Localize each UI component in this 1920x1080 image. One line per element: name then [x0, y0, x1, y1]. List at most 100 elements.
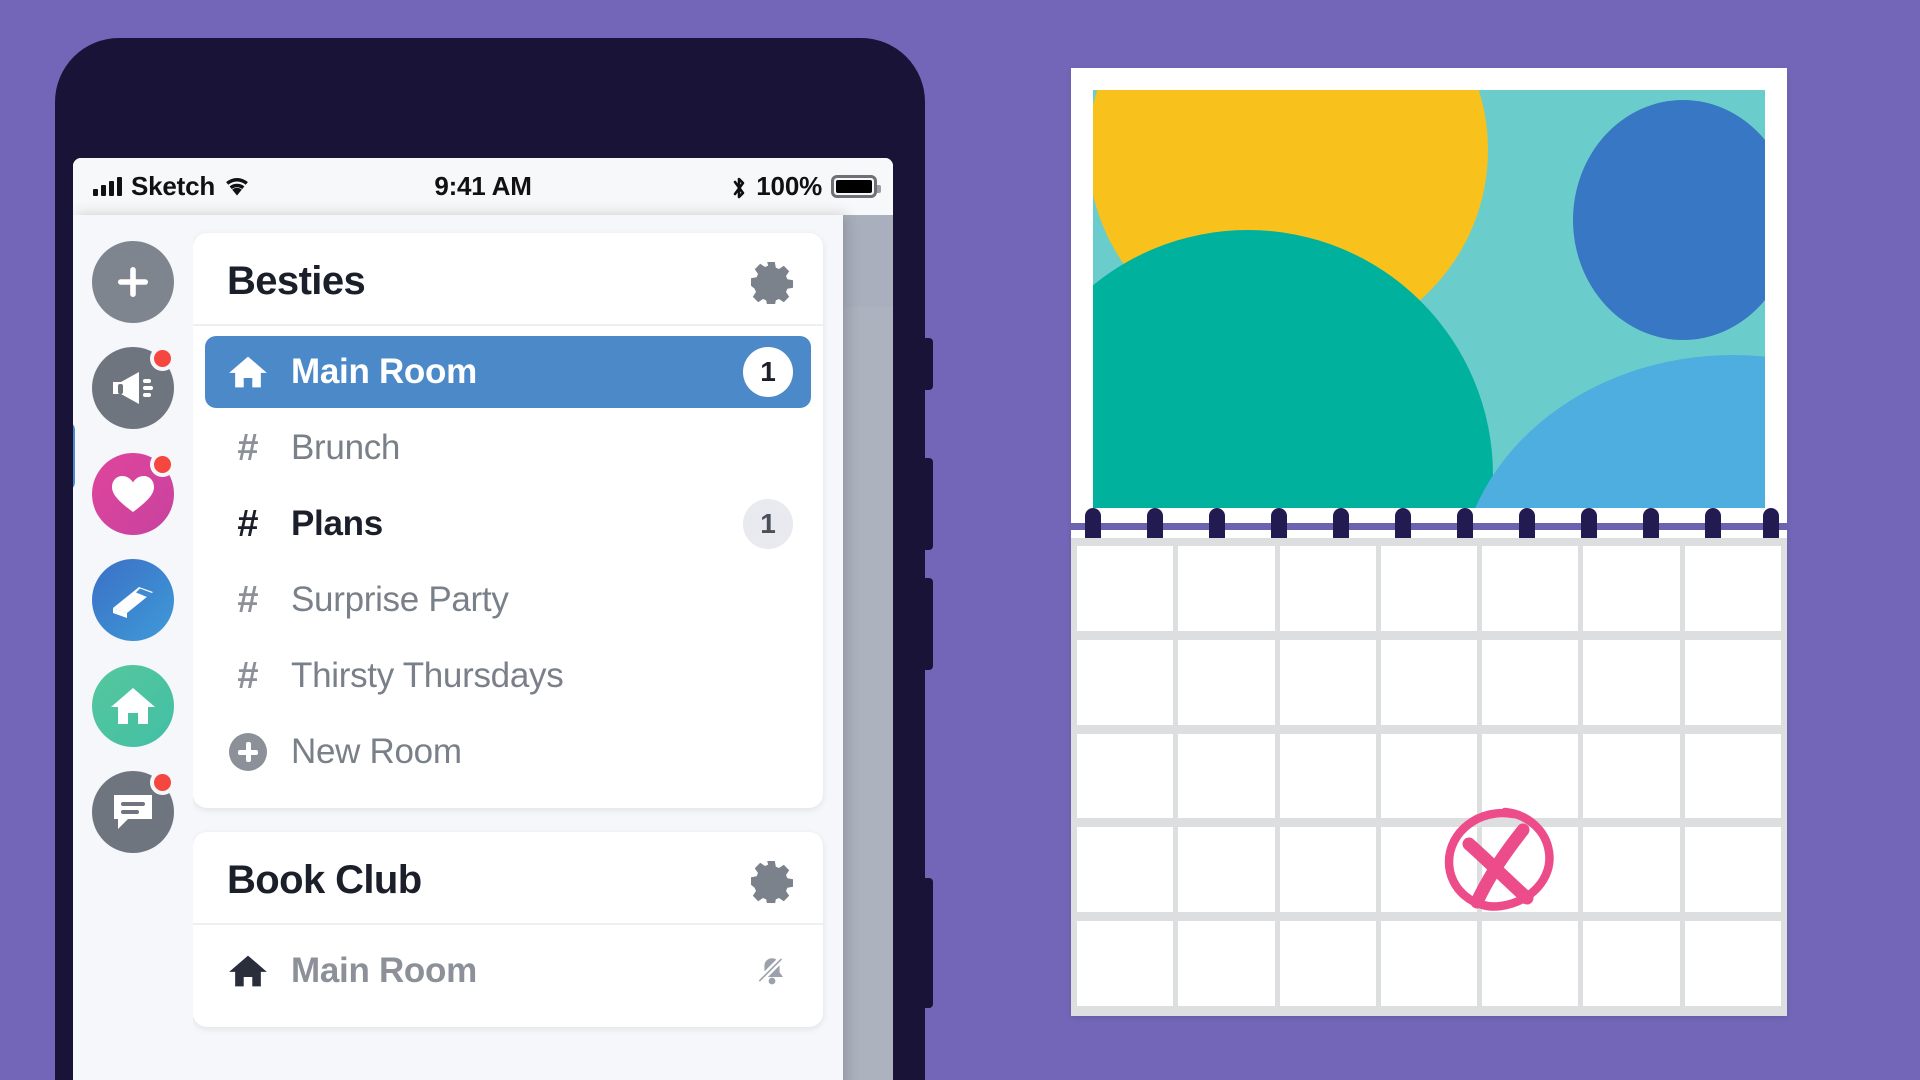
calendar-cell[interactable]	[1077, 921, 1174, 1006]
group-header: Besties	[193, 233, 823, 326]
unread-dot	[150, 770, 175, 795]
calendar-cell[interactable]	[1684, 639, 1781, 725]
sidebar-item-messages[interactable]	[92, 770, 175, 853]
room-label: Plans	[291, 504, 383, 543]
calendar-cell[interactable]	[1279, 733, 1376, 819]
calendar-cell[interactable]	[1482, 733, 1579, 819]
server-rail	[73, 215, 193, 1080]
room-item-thirsty-thursdays[interactable]: # Thirsty Thursdays	[205, 640, 811, 712]
calendar-cell[interactable]	[1380, 733, 1478, 819]
calendar-grid	[1071, 538, 1787, 1016]
calendar-cell[interactable]	[1482, 827, 1579, 913]
room-label: Main Room	[291, 352, 477, 391]
calendar-cell[interactable]	[1077, 546, 1174, 631]
calendar-cell[interactable]	[1684, 827, 1781, 913]
gear-icon[interactable]	[749, 260, 793, 306]
plus-circle-icon	[227, 733, 269, 771]
calendar-cell[interactable]	[1482, 639, 1579, 725]
group-card-book-club: Book Club Main Room	[193, 832, 823, 1027]
calendar-cell[interactable]	[1482, 546, 1579, 631]
unread-dot	[150, 346, 175, 371]
unread-dot	[150, 452, 175, 477]
status-bar-right: 100%	[731, 171, 881, 202]
hash-icon: #	[237, 579, 259, 621]
calendar-cell[interactable]	[1583, 827, 1680, 913]
bell-muted-icon[interactable]	[751, 948, 793, 995]
calendar-cell[interactable]	[1380, 546, 1478, 631]
calendar-cell[interactable]	[1279, 546, 1376, 631]
group-card-besties: Besties Main Room 1 # Brunch # Plans 1 #…	[193, 233, 823, 808]
calendar-cell[interactable]	[1178, 827, 1275, 913]
group-title: Book Club	[227, 858, 422, 902]
heart-icon	[110, 473, 156, 515]
calendar-cell[interactable]	[1077, 827, 1174, 913]
phone-device: Sketch 9:41 AM 100% Besties Main Room 1 …	[55, 38, 933, 1080]
active-server-indicator	[73, 421, 75, 491]
calendar-cell[interactable]	[1178, 733, 1275, 819]
calendar-cell[interactable]	[1279, 639, 1376, 725]
calendar-cell[interactable]	[1279, 921, 1376, 1006]
room-item-book-club-main-room[interactable]: Main Room	[205, 935, 811, 1007]
calendar-cell[interactable]	[1583, 733, 1680, 819]
calendar-cell[interactable]	[1482, 921, 1579, 1006]
phone-screen: Sketch 9:41 AM 100% Besties Main Room 1 …	[73, 158, 893, 1080]
room-label: New Room	[291, 732, 462, 771]
calendar-cell[interactable]	[1178, 639, 1275, 725]
calendar-cell[interactable]	[1279, 827, 1376, 913]
home-icon	[227, 953, 269, 989]
phone-power-button[interactable]	[924, 878, 933, 1008]
room-label: Main Room	[291, 951, 477, 990]
phone-volume-down-button[interactable]	[924, 578, 933, 670]
calendar-cell[interactable]	[1077, 639, 1174, 725]
calendar-cell[interactable]	[1583, 546, 1680, 631]
room-item-new-room[interactable]: New Room	[205, 716, 811, 788]
phone-volume-up-button[interactable]	[924, 458, 933, 550]
wall-calendar	[1071, 68, 1787, 1016]
calendar-cell[interactable]	[1178, 546, 1275, 631]
room-label: Thirsty Thursdays	[291, 656, 564, 695]
hash-icon: #	[237, 427, 259, 469]
calendar-cell[interactable]	[1380, 921, 1478, 1006]
sidebar-item-add-server[interactable]	[92, 241, 174, 323]
phone-mute-switch[interactable]	[924, 338, 933, 390]
room-item-brunch[interactable]: # Brunch	[205, 412, 811, 484]
calendar-cell[interactable]	[1178, 921, 1275, 1006]
room-list: Besties Main Room 1 # Brunch # Plans 1 #…	[193, 215, 843, 1080]
battery-full-icon	[831, 175, 881, 198]
group-header: Book Club	[193, 832, 823, 925]
sidebar-item-book-club[interactable]	[92, 559, 174, 641]
room-item-plans[interactable]: # Plans 1	[205, 488, 811, 560]
calendar-photo	[1093, 90, 1765, 508]
status-bar: Sketch 9:41 AM 100%	[73, 158, 893, 215]
group-title: Besties	[227, 259, 366, 303]
room-item-main-room[interactable]: Main Room 1	[205, 336, 811, 408]
unread-badge: 1	[743, 499, 793, 549]
navigation-drawer: Besties Main Room 1 # Brunch # Plans 1 #…	[73, 215, 843, 1080]
gear-icon[interactable]	[749, 859, 793, 905]
home-icon	[227, 354, 269, 390]
calendar-cell[interactable]	[1380, 827, 1478, 913]
book-icon	[109, 577, 157, 623]
calendar-cell[interactable]	[1684, 546, 1781, 631]
calendar-cell[interactable]	[1077, 733, 1174, 819]
calendar-cell[interactable]	[1583, 921, 1680, 1006]
calendar-cell[interactable]	[1684, 733, 1781, 819]
sidebar-item-announcements[interactable]	[92, 346, 175, 429]
hash-icon: #	[237, 655, 259, 697]
sidebar-item-home-server[interactable]	[92, 665, 174, 747]
calendar-spiral-bar	[1071, 523, 1787, 530]
calendar-cell[interactable]	[1583, 639, 1680, 725]
sidebar-item-besties[interactable]	[92, 452, 175, 535]
calendar-cell[interactable]	[1684, 921, 1781, 1006]
plus-icon	[110, 259, 156, 305]
room-item-surprise-party[interactable]: # Surprise Party	[205, 564, 811, 636]
unread-badge: 1	[743, 347, 793, 397]
home-icon	[110, 685, 156, 727]
hash-icon: #	[237, 503, 259, 545]
calendar-cell[interactable]	[1380, 639, 1478, 725]
bluetooth-icon	[731, 175, 747, 199]
chat-icon	[110, 791, 156, 833]
room-label: Brunch	[291, 428, 401, 467]
megaphone-icon	[109, 367, 157, 409]
battery-percent-label: 100%	[756, 171, 822, 201]
